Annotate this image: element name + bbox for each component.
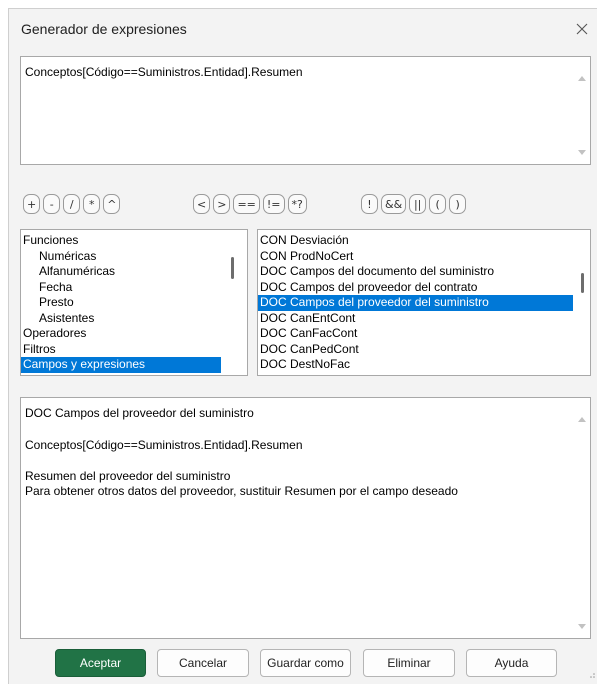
- field-scrollbar-thumb[interactable]: [581, 273, 584, 293]
- operator-minus-button[interactable]: -: [43, 194, 61, 214]
- category-item-selected[interactable]: Campos y expresiones: [21, 357, 221, 373]
- description-text-line: Resumen del proveedor del suministro: [25, 469, 231, 483]
- description-expression: Conceptos[Código==Suministros.Entidad].R…: [25, 438, 303, 452]
- description-panel: DOC Campos del proveedor del suministro …: [20, 397, 591, 639]
- operator-not-equal-button[interactable]: !=: [262, 194, 285, 214]
- field-item[interactable]: DOC CanEntCont: [258, 311, 573, 327]
- operator-multiply-button[interactable]: *: [83, 194, 101, 214]
- operator-greater-button[interactable]: >: [213, 194, 231, 214]
- field-item[interactable]: DOC CanPedCont: [258, 342, 573, 358]
- scroll-down-icon[interactable]: [578, 150, 586, 156]
- cancel-button[interactable]: Cancelar: [157, 649, 249, 677]
- expression-text: Conceptos[Código==Suministros.Entidad].R…: [25, 65, 303, 79]
- category-list[interactable]: Funciones Numéricas Alfanuméricas Fecha …: [20, 229, 248, 376]
- scroll-up-icon[interactable]: [578, 75, 586, 81]
- field-item[interactable]: DOC Campos del proveedor del contrato: [258, 280, 573, 296]
- expression-builder-dialog: Generador de expresiones Conceptos[Códig…: [8, 8, 597, 684]
- field-item[interactable]: CON Desviación: [258, 233, 573, 249]
- comparison-operators: < > == != *?: [193, 191, 310, 217]
- category-item[interactable]: Funciones: [21, 233, 221, 249]
- operator-and-button[interactable]: &&: [381, 194, 407, 214]
- operator-like-button[interactable]: *?: [287, 194, 307, 214]
- operator-not-button[interactable]: !: [361, 194, 378, 214]
- field-item[interactable]: DOC CanFacCont: [258, 326, 573, 342]
- accept-button[interactable]: Aceptar: [55, 649, 146, 677]
- category-item[interactable]: Numéricas: [21, 249, 221, 265]
- category-item[interactable]: Fecha: [21, 280, 221, 296]
- field-item[interactable]: CON ProdNoCert: [258, 249, 573, 265]
- resize-grip-icon[interactable]: [588, 668, 596, 682]
- category-item[interactable]: Operadores: [21, 326, 221, 342]
- category-scrollbar-thumb[interactable]: [231, 257, 234, 279]
- help-button[interactable]: Ayuda: [466, 649, 557, 677]
- description-text-line: Para obtener otros datos del proveedor, …: [25, 484, 458, 498]
- field-item-selected[interactable]: DOC Campos del proveedor del suministro: [258, 295, 573, 311]
- expression-editor[interactable]: Conceptos[Código==Suministros.Entidad].R…: [20, 56, 591, 165]
- save-as-button[interactable]: Guardar como: [260, 649, 351, 677]
- delete-button[interactable]: Eliminar: [363, 649, 455, 677]
- category-item[interactable]: Asistentes: [21, 311, 221, 327]
- field-item[interactable]: DOC DestNoFac: [258, 357, 573, 373]
- field-item[interactable]: DOC Campos del documento del suministro: [258, 264, 573, 280]
- category-item[interactable]: Presto: [21, 295, 221, 311]
- description-heading: DOC Campos del proveedor del suministro: [25, 406, 254, 420]
- operator-or-button[interactable]: ||: [409, 194, 427, 214]
- scroll-up-icon[interactable]: [578, 416, 586, 422]
- operator-divide-button[interactable]: /: [63, 194, 81, 214]
- operator-power-button[interactable]: ^: [103, 194, 121, 214]
- operator-close-paren-button[interactable]: ): [449, 194, 467, 214]
- field-list[interactable]: CON Desviación CON ProdNoCert DOC Campos…: [257, 229, 591, 376]
- arithmetic-operators: + - / * ^: [23, 191, 123, 217]
- category-item[interactable]: Alfanuméricas: [21, 264, 221, 280]
- scroll-down-icon[interactable]: [578, 624, 586, 630]
- logical-operators: ! && || ( ): [361, 191, 469, 217]
- operator-equal-button[interactable]: ==: [233, 194, 260, 214]
- category-item[interactable]: Filtros: [21, 342, 221, 358]
- operator-less-button[interactable]: <: [193, 194, 211, 214]
- operator-open-paren-button[interactable]: (: [429, 194, 447, 214]
- operator-plus-button[interactable]: +: [23, 194, 41, 214]
- dialog-title: Generador de expresiones: [21, 21, 187, 37]
- close-icon[interactable]: [572, 19, 592, 39]
- title-bar: Generador de expresiones: [9, 9, 597, 43]
